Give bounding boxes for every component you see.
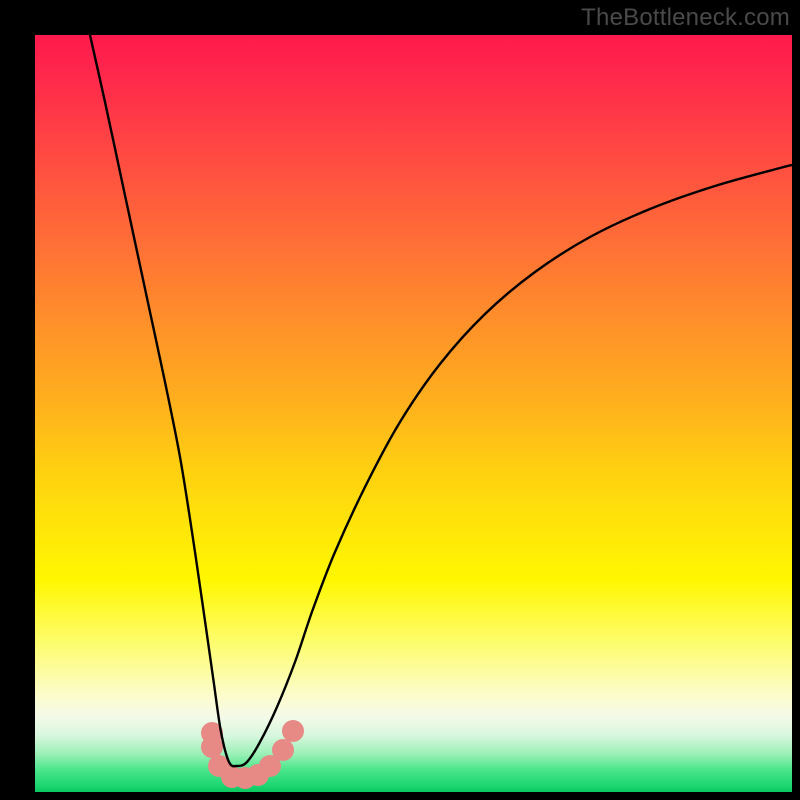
marker-dot bbox=[282, 720, 304, 742]
watermark-text: TheBottleneck.com bbox=[581, 4, 790, 32]
outer-frame: TheBottleneck.com bbox=[0, 0, 800, 800]
bottleneck-curve-line bbox=[90, 35, 792, 766]
marker-dot bbox=[272, 739, 294, 761]
plot-area bbox=[35, 35, 792, 792]
chart-svg bbox=[35, 35, 792, 792]
marker-dot bbox=[201, 736, 223, 758]
